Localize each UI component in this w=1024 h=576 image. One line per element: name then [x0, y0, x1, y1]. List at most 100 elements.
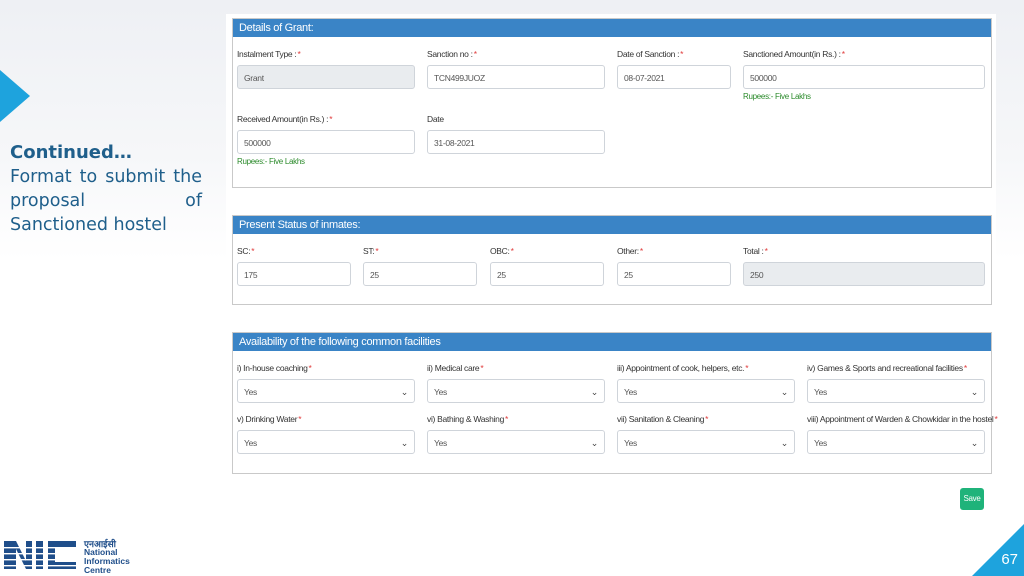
- received-amount-field: Received Amount(in Rs.) :* 500000 Rupees…: [237, 114, 415, 166]
- sc-input[interactable]: 175: [237, 262, 351, 286]
- obc-input[interactable]: 25: [490, 262, 604, 286]
- facility-select-value: Yes: [814, 438, 827, 448]
- grant-panel-header: Details of Grant:: [233, 19, 991, 37]
- facility-select-value: Yes: [434, 438, 447, 448]
- facility-label: viii) Appointment of Warden & Chowkidar …: [807, 414, 994, 424]
- chevron-down-icon: ⌄: [400, 438, 409, 448]
- facility-item: vii) Sanitation & Cleaning* Yes ⌄: [617, 414, 795, 454]
- installment-type-label: Instalment Type :: [237, 49, 297, 59]
- chevron-down-icon: ⌄: [590, 438, 599, 448]
- chevron-down-icon: ⌄: [400, 387, 409, 397]
- required-marker: *: [329, 114, 333, 124]
- nic-logo-mark-icon: [4, 541, 76, 569]
- sanctioned-amount-words: Rupees:- Five Lakhs: [743, 92, 811, 101]
- required-marker: *: [639, 246, 643, 256]
- logo-line-3: Centre: [84, 565, 111, 575]
- facility-select[interactable]: Yes ⌄: [617, 430, 795, 454]
- sanction-no-label: Sanction no :: [427, 49, 473, 59]
- facilities-panel-header: Availability of the following common fac…: [233, 333, 991, 351]
- facility-select[interactable]: Yes ⌄: [617, 379, 795, 403]
- required-marker: *: [505, 414, 509, 424]
- chevron-down-icon: ⌄: [590, 387, 599, 397]
- facility-select-value: Yes: [814, 387, 827, 397]
- sanction-no-field: Sanction no :* TCN499JUOZ: [427, 49, 605, 89]
- received-date-field: Date 31-08-2021: [427, 114, 605, 154]
- facilities-panel: Availability of the following common fac…: [232, 332, 998, 474]
- facility-select[interactable]: Yes ⌄: [807, 430, 985, 454]
- required-marker: *: [680, 49, 684, 59]
- required-marker: *: [705, 414, 709, 424]
- save-button[interactable]: Save: [960, 488, 984, 510]
- facility-select[interactable]: Yes ⌄: [237, 430, 415, 454]
- received-amount-label: Received Amount(in Rs.) :: [237, 114, 329, 124]
- facility-select-value: Yes: [624, 438, 637, 448]
- chevron-down-icon: ⌄: [970, 438, 979, 448]
- required-marker: *: [473, 49, 477, 59]
- facility-item: vi) Bathing & Washing* Yes ⌄: [427, 414, 605, 454]
- slide-title: Continued…: [10, 142, 132, 163]
- facility-select[interactable]: Yes ⌄: [427, 430, 605, 454]
- st-field: ST:* 25: [363, 246, 477, 286]
- facility-select[interactable]: Yes ⌄: [807, 379, 985, 403]
- nic-logo: एनआईसी National Informatics Centre: [4, 536, 134, 575]
- date-of-sanction-field: Date of Sanction :* 08-07-2021: [617, 49, 731, 89]
- other-field: Other:* 25: [617, 246, 731, 286]
- facility-item: iv) Games & Sports and recreational faci…: [807, 363, 985, 403]
- facility-label: iii) Appointment of cook, helpers, etc.: [617, 363, 745, 373]
- required-marker: *: [480, 363, 484, 373]
- facility-item: ii) Medical care* Yes ⌄: [427, 363, 605, 403]
- obc-field: OBC:* 25: [490, 246, 604, 286]
- facility-item: viii) Appointment of Warden & Chowkidar …: [807, 414, 998, 454]
- required-marker: *: [308, 363, 312, 373]
- facility-select[interactable]: Yes ⌄: [427, 379, 605, 403]
- page-number: 67: [1001, 551, 1018, 568]
- facility-item: v) Drinking Water* Yes ⌄: [237, 414, 415, 454]
- required-marker: *: [764, 246, 768, 256]
- left-accent-triangle: [0, 70, 30, 122]
- slide-caption: Continued… Format to submit the proposal…: [10, 141, 202, 237]
- facility-label: v) Drinking Water: [237, 414, 298, 424]
- chevron-down-icon: ⌄: [970, 387, 979, 397]
- total-input[interactable]: 250: [743, 262, 985, 286]
- total-label: Total :: [743, 246, 764, 256]
- st-label: ST:: [363, 246, 375, 256]
- sc-field: SC:* 175: [237, 246, 351, 286]
- other-input[interactable]: 25: [617, 262, 731, 286]
- sanctioned-amount-input[interactable]: 500000: [743, 65, 985, 89]
- facility-item: iii) Appointment of cook, helpers, etc.*…: [617, 363, 795, 403]
- form-screenshot: Details of Grant: Instalment Type :* Gra…: [226, 14, 998, 516]
- chevron-down-icon: ⌄: [780, 387, 789, 397]
- required-marker: *: [375, 246, 379, 256]
- other-label: Other:: [617, 246, 639, 256]
- received-date-label: Date: [427, 114, 444, 124]
- required-marker: *: [994, 414, 998, 424]
- received-amount-input[interactable]: 500000: [237, 130, 415, 154]
- date-of-sanction-input[interactable]: 08-07-2021: [617, 65, 731, 89]
- installment-type-input[interactable]: Grant: [237, 65, 415, 89]
- required-marker: *: [963, 363, 967, 373]
- facility-label: vii) Sanitation & Cleaning: [617, 414, 705, 424]
- sanctioned-amount-label: Sanctioned Amount(in Rs.) :: [743, 49, 841, 59]
- received-amount-words: Rupees:- Five Lakhs: [237, 157, 305, 166]
- installment-type-field: Instalment Type :* Grant: [237, 49, 415, 89]
- required-marker: *: [745, 363, 749, 373]
- required-marker: *: [297, 49, 301, 59]
- sanction-no-input[interactable]: TCN499JUOZ: [427, 65, 605, 89]
- facility-label: vi) Bathing & Washing: [427, 414, 505, 424]
- obc-label: OBC:: [490, 246, 510, 256]
- facility-select-value: Yes: [244, 387, 257, 397]
- inmates-panel-header: Present Status of inmates:: [233, 216, 991, 234]
- st-input[interactable]: 25: [363, 262, 477, 286]
- facility-label: iv) Games & Sports and recreational faci…: [807, 363, 963, 373]
- sc-label: SC:: [237, 246, 251, 256]
- required-marker: *: [251, 246, 255, 256]
- total-field: Total :* 250: [743, 246, 985, 286]
- required-marker: *: [841, 49, 845, 59]
- grant-details-panel: Details of Grant: Instalment Type :* Gra…: [232, 18, 992, 188]
- inmates-panel: Present Status of inmates: SC:* 175 ST:*…: [232, 215, 992, 305]
- chevron-down-icon: ⌄: [780, 438, 789, 448]
- facility-item: i) In-house coaching* Yes ⌄: [237, 363, 415, 403]
- facility-label: ii) Medical care: [427, 363, 480, 373]
- facility-select[interactable]: Yes ⌄: [237, 379, 415, 403]
- received-date-input[interactable]: 31-08-2021: [427, 130, 605, 154]
